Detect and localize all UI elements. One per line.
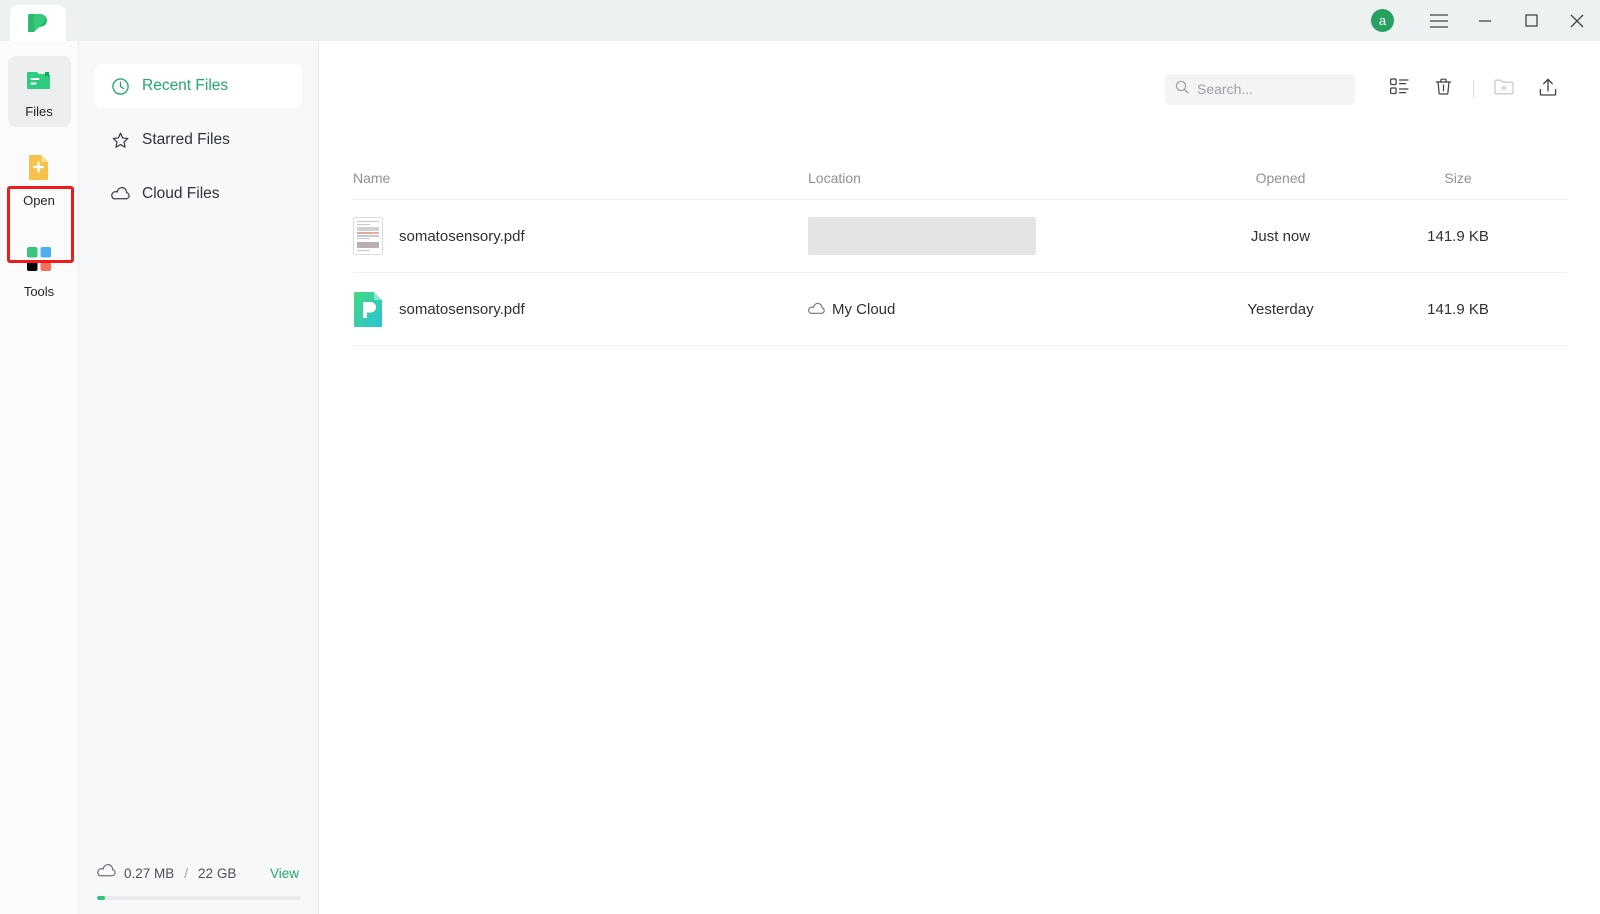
list-view-button[interactable] xyxy=(1377,71,1421,107)
maximize-button[interactable] xyxy=(1508,0,1554,41)
minimize-icon xyxy=(1478,14,1492,28)
storage-progress-fill xyxy=(97,896,106,900)
sidebar-item-label: Files xyxy=(25,104,53,119)
new-tab-button[interactable] xyxy=(74,8,114,41)
icon-rail: Files Open Tools xyxy=(0,41,79,914)
file-location-cell xyxy=(808,217,1183,255)
window-controls: a xyxy=(1371,0,1600,41)
cloud-icon xyxy=(97,862,116,884)
column-header-size: Size xyxy=(1444,169,1472,186)
trash-button[interactable] xyxy=(1421,71,1465,107)
new-folder-icon xyxy=(1494,78,1514,101)
nav-item-starred-files[interactable]: Starred Files xyxy=(95,118,302,162)
star-icon xyxy=(111,131,130,150)
open-document-plus-icon xyxy=(26,153,52,186)
storage-progress-bar xyxy=(97,896,301,900)
storage-separator: / xyxy=(184,865,189,881)
trash-icon xyxy=(1434,77,1453,101)
title-bar: a xyxy=(0,0,1600,41)
nav-item-cloud-files[interactable]: Cloud Files xyxy=(95,172,302,216)
navigation-panel: Recent Files Starred Files Cloud Files 0… xyxy=(79,41,319,914)
column-header-name: Name xyxy=(353,169,391,186)
clock-icon xyxy=(111,77,130,96)
table-row[interactable]: somatosensory.pdf My Cloud Yesterday 141… xyxy=(353,273,1567,346)
file-opened-cell: Yesterday xyxy=(1247,300,1314,318)
content-toolbar: Search... xyxy=(1165,71,1570,107)
sidebar-item-files[interactable]: Files xyxy=(7,56,71,127)
sidebar-item-label: Tools xyxy=(23,284,55,299)
file-opened-cell: Just now xyxy=(1250,227,1311,245)
new-folder-button[interactable] xyxy=(1482,71,1526,107)
redacted-location xyxy=(808,217,1036,255)
column-header-location: Location xyxy=(808,169,861,186)
app-tab[interactable] xyxy=(10,5,66,41)
sidebar-item-open[interactable]: Open xyxy=(8,141,71,216)
nav-list: Recent Files Starred Files Cloud Files xyxy=(79,41,318,216)
avatar[interactable]: a xyxy=(1371,9,1394,32)
nav-item-label: Starred Files xyxy=(142,131,230,148)
leaf-logo-icon xyxy=(26,11,50,35)
main-content: Search... Name Location Opened Size soma… xyxy=(320,41,1600,914)
storage-view-link[interactable]: View xyxy=(270,866,299,881)
maximize-icon xyxy=(1524,14,1538,27)
sidebar-item-tools[interactable]: Tools xyxy=(8,234,71,307)
search-input[interactable]: Search... xyxy=(1165,73,1355,105)
plus-icon xyxy=(86,16,103,33)
file-name-label: somatosensory.pdf xyxy=(399,300,525,318)
file-name-label: somatosensory.pdf xyxy=(399,227,525,245)
tab-strip xyxy=(0,0,114,41)
application-window: a Files Open Tools Recent Files Starred … xyxy=(0,0,1600,914)
sidebar-item-label: Open xyxy=(23,193,55,208)
nav-item-label: Recent Files xyxy=(142,77,229,94)
table-header: Name Location Opened Size xyxy=(353,156,1567,200)
document-thumbnail-icon xyxy=(353,217,383,255)
file-location-cell: My Cloud xyxy=(808,301,1183,318)
pdf-app-icon xyxy=(353,291,383,327)
close-button[interactable] xyxy=(1554,0,1600,41)
storage-used: 0.27 MB xyxy=(124,865,175,881)
file-name-cell: somatosensory.pdf xyxy=(353,217,808,255)
close-icon xyxy=(1570,14,1584,28)
column-header-opened: Opened xyxy=(1255,169,1306,186)
nav-item-recent-files[interactable]: Recent Files xyxy=(95,64,302,108)
minimize-button[interactable] xyxy=(1462,0,1508,41)
file-location-label: My Cloud xyxy=(832,300,896,318)
tools-grid-icon xyxy=(26,246,52,277)
storage-status: 0.27 MB / 22 GB View xyxy=(79,862,319,914)
search-icon xyxy=(1175,80,1189,99)
nav-item-label: Cloud Files xyxy=(142,185,220,202)
storage-total: 22 GB xyxy=(198,865,237,881)
file-size-cell: 141.9 KB xyxy=(1427,300,1489,318)
toolbar-divider xyxy=(1473,80,1474,98)
upload-button[interactable] xyxy=(1526,71,1570,107)
table-row[interactable]: somatosensory.pdf Just now 141.9 KB xyxy=(353,200,1567,273)
file-name-cell: somatosensory.pdf xyxy=(353,291,808,327)
file-table: Name Location Opened Size somatosensory.… xyxy=(353,156,1567,346)
cloud-icon xyxy=(808,301,825,318)
hamburger-menu-icon xyxy=(1430,13,1448,28)
files-icon xyxy=(26,68,52,97)
upload-icon xyxy=(1538,77,1558,102)
hamburger-menu-button[interactable] xyxy=(1416,0,1462,41)
file-size-cell: 141.9 KB xyxy=(1427,227,1489,245)
cloud-icon xyxy=(111,185,130,204)
list-view-icon xyxy=(1389,78,1409,100)
search-placeholder: Search... xyxy=(1197,81,1254,97)
